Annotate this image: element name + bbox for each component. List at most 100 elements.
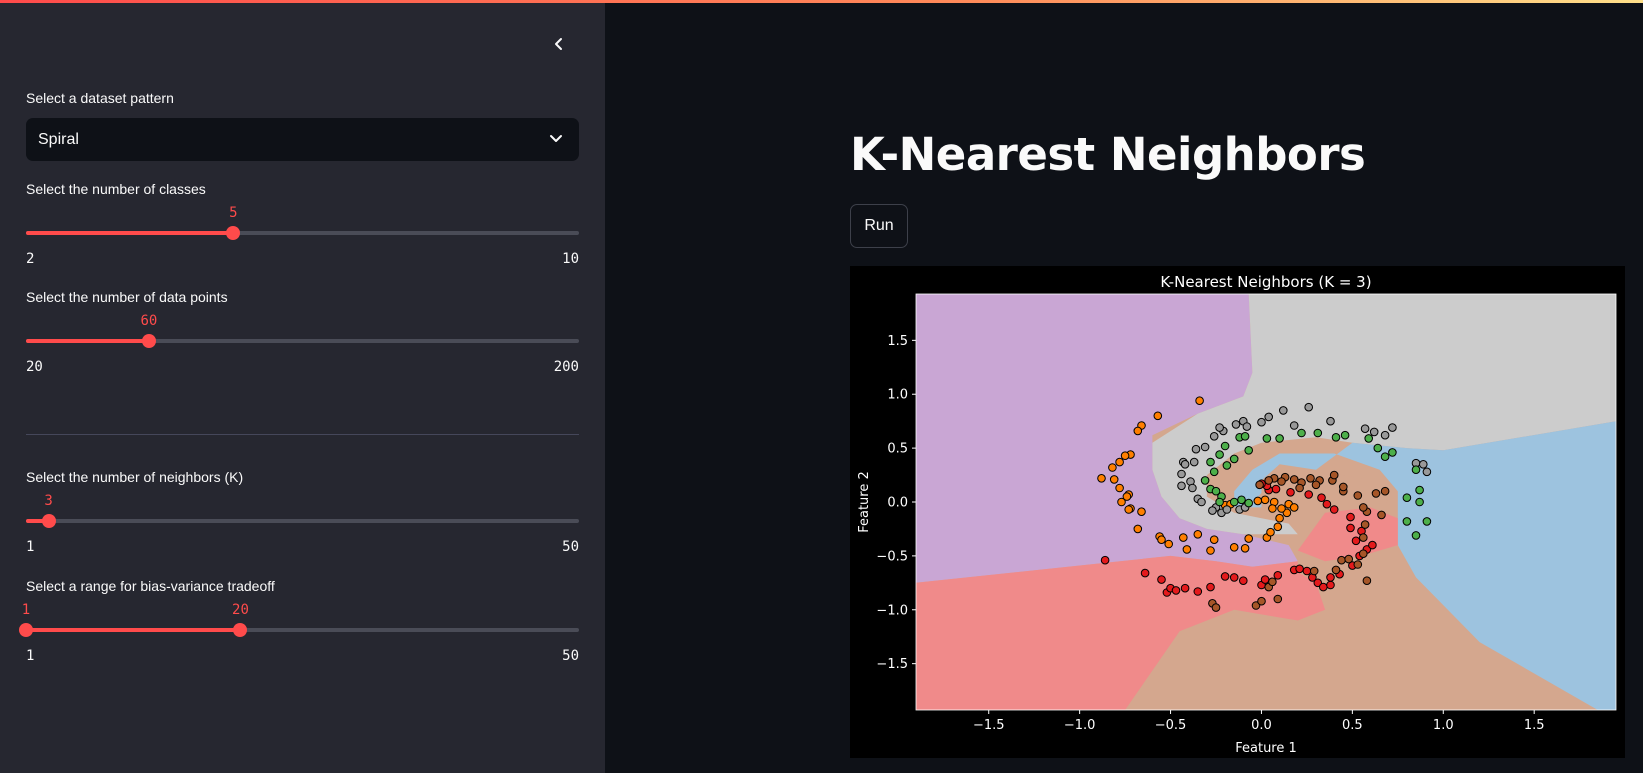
slider-thumb-low[interactable] (19, 623, 33, 637)
slider-fill (26, 231, 234, 235)
data-point-red (1260, 575, 1270, 584)
slider-fill (26, 339, 149, 343)
data-point-gray (1180, 460, 1190, 469)
slider-min: 1 (26, 648, 35, 664)
data-point-green (1402, 517, 1412, 526)
x-tick-label: −1.5 (973, 718, 1005, 733)
data-point-green (1415, 485, 1424, 495)
data-point-gray (1242, 422, 1252, 431)
classes-label: Select the number of classes (26, 181, 206, 197)
x-axis: −1.5 −1.0 −0.5 0.0 0.5 1.0 1.5 (973, 710, 1545, 733)
data-point-gray (1257, 417, 1266, 427)
page-title: K-Nearest Neighbors (850, 128, 1366, 181)
data-point-orange (1117, 497, 1126, 507)
data-point-red (1220, 572, 1230, 581)
slider-thumb[interactable] (226, 226, 241, 240)
slider-max: 200 (553, 359, 579, 375)
data-point-gray (1360, 424, 1370, 433)
data-point-gray (1208, 506, 1217, 515)
range-label: Select a range for bias-variance tradeof… (26, 578, 275, 594)
sidebar-divider (26, 434, 579, 435)
data-point-orange (1244, 534, 1254, 543)
chevron-left-icon (555, 38, 562, 50)
y-axis-label: Feature 2 (857, 471, 872, 533)
points-slider[interactable]: 60 20 200 (26, 305, 579, 375)
range-slider[interactable]: 1 20 1 50 (19, 594, 579, 664)
dataset-select[interactable]: Spiral (26, 118, 579, 161)
x-axis-label: Feature 1 (1235, 741, 1297, 756)
data-point-gray (1189, 457, 1199, 467)
data-point-green (1364, 434, 1374, 443)
slider-min: 1 (26, 539, 35, 555)
collapse-sidebar-button[interactable] (548, 33, 570, 55)
data-point-gray (1264, 412, 1274, 422)
data-point-brown (1289, 475, 1299, 484)
slider-thumb-high[interactable] (233, 623, 248, 637)
data-point-gray (1388, 423, 1397, 432)
data-point-orange (1109, 475, 1119, 484)
knn-plot: K-Nearest Neighbors (K = 3) −1.5 −1.0 −0.5… (850, 266, 1625, 758)
data-point-red (1273, 571, 1283, 580)
data-point-gray (1197, 497, 1206, 507)
slider-value: 60 (140, 313, 158, 329)
data-point-brown (1255, 480, 1264, 490)
slider-max: 50 (562, 539, 579, 555)
data-point-green (1215, 450, 1224, 459)
data-point-green (1411, 531, 1421, 540)
data-point-brown (1309, 566, 1319, 576)
data-point-green (1331, 433, 1341, 442)
data-point-red (1171, 586, 1181, 595)
slider-value-high: 20 (232, 602, 249, 618)
data-point-gray (1215, 423, 1224, 432)
data-point-orange (1179, 533, 1188, 542)
data-point-green (1373, 443, 1383, 453)
data-point-orange (1266, 527, 1275, 537)
slider-fill (26, 628, 241, 632)
data-point-orange (1133, 426, 1143, 436)
data-point-brown (1264, 476, 1274, 485)
data-point-orange (1229, 543, 1239, 552)
data-point-orange (1240, 544, 1250, 553)
data-point-orange (1206, 546, 1215, 555)
data-point-red (1180, 583, 1190, 593)
data-point-gray (1209, 432, 1219, 441)
data-point-orange (1195, 396, 1204, 405)
classes-slider[interactable]: 5 2 10 (26, 197, 579, 267)
y-tick-label: 0.5 (887, 442, 908, 457)
data-point-gray (1177, 481, 1186, 491)
data-point-green (1222, 461, 1232, 470)
neighbors-slider[interactable]: 3 1 50 (26, 485, 579, 555)
data-point-brown (1337, 555, 1346, 565)
data-point-red (1319, 582, 1328, 592)
slider-thumb[interactable] (41, 514, 56, 528)
y-tick-label: 0.0 (887, 496, 908, 511)
slider-min: 20 (26, 359, 43, 375)
data-point-red (1346, 523, 1355, 533)
data-point-green (1237, 495, 1246, 505)
data-point-green (1415, 497, 1424, 507)
data-point-green (1313, 428, 1323, 438)
data-point-red (1346, 512, 1355, 522)
data-point-green (1262, 434, 1272, 443)
data-point-gray (1188, 483, 1197, 493)
slider-value-low: 1 (21, 602, 31, 618)
data-point-green (1297, 428, 1306, 438)
data-point-brown (1359, 533, 1368, 542)
data-point-orange (1115, 483, 1124, 493)
slider-max: 10 (562, 251, 579, 267)
data-point-red (1295, 564, 1304, 574)
slider-value: 3 (44, 493, 53, 509)
data-point-brown (1371, 489, 1381, 498)
data-point-green (1411, 465, 1421, 474)
data-point-brown (1353, 560, 1363, 569)
run-button[interactable]: Run (850, 204, 908, 248)
slider-thumb[interactable] (141, 334, 156, 348)
data-point-brown (1273, 594, 1283, 604)
y-tick-label: 1.5 (887, 334, 908, 349)
slider-max: 50 (562, 648, 579, 664)
data-point-brown (1339, 482, 1348, 492)
data-point-green (1229, 454, 1239, 464)
data-point-brown (1329, 470, 1339, 480)
slider-track[interactable] (26, 519, 579, 523)
data-point-brown (1211, 603, 1221, 612)
